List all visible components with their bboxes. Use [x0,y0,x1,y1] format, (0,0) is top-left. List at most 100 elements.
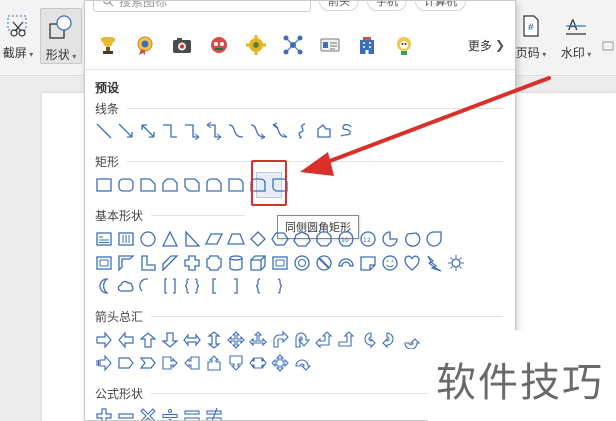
shape-curved-up-arrow[interactable] [401,329,423,351]
shape-chevron[interactable] [137,352,159,374]
shape-arrow-line[interactable] [115,120,137,142]
mascot-icon[interactable] [393,34,415,56]
shape-left-right-arrow-callout[interactable] [247,352,269,374]
shape-block-arc[interactable] [335,252,357,274]
badge-icon[interactable] [134,34,156,56]
shape-heptagon[interactable] [291,228,313,250]
shape-double-bracket[interactable] [159,275,181,297]
shape-arc[interactable] [137,275,159,297]
shape-round-diagonal-rectangle[interactable] [269,174,291,196]
shape-rounded-rectangle[interactable] [115,174,137,196]
shape-rectangle[interactable] [93,174,115,196]
shape-right-arrow-callout[interactable] [159,352,181,374]
shape-curved-left-arrow[interactable] [379,329,401,351]
shape-octagon[interactable] [313,228,335,250]
shape-oval[interactable] [137,228,159,250]
building-icon[interactable] [356,34,378,56]
shape-divide[interactable] [159,405,181,420]
shape-scribble[interactable] [335,120,357,142]
shape-triangle[interactable] [159,228,181,250]
shape-double-brace[interactable] [181,275,203,297]
shape-down-arrow-callout[interactable] [225,352,247,374]
shape-multiply[interactable] [137,405,159,420]
shape-right-brace[interactable] [269,275,291,297]
trophy-icon[interactable] [97,34,119,56]
shape-sun[interactable] [445,252,467,274]
shape-plaque[interactable] [203,252,225,274]
shape-curve[interactable] [291,120,313,142]
search-chip[interactable]: 计算机 [415,1,466,11]
shape-left-bracket[interactable] [203,275,225,297]
shape-curved-double-arrow[interactable] [269,120,291,142]
camera-icon[interactable] [171,34,193,56]
shape-lightning-bolt[interactable] [423,252,445,274]
search-chip[interactable]: 手机 [367,1,407,11]
shape-up-arrow-callout[interactable] [203,352,225,374]
shape-left-arrow[interactable] [115,329,137,351]
id-card-icon[interactable] [319,34,341,56]
shape-left-up-arrow[interactable] [313,329,335,351]
shape-hexagon[interactable] [269,228,291,250]
shape-no-symbol[interactable] [313,252,335,274]
shape-half-frame[interactable] [115,252,137,274]
shape-parallelogram[interactable] [203,228,225,250]
shape-cloud[interactable] [115,275,137,297]
shape-chord[interactable] [401,228,423,250]
screenshot-tool[interactable]: 截屏 [0,14,36,61]
shape-pentagon-arrow[interactable] [115,352,137,374]
shape-round-same-side-rectangle[interactable] [247,174,269,196]
shape-striped-right-arrow[interactable] [93,352,115,374]
shape-minus[interactable] [115,405,137,420]
shapes-button[interactable]: 形状 [42,14,80,63]
shape-bent-up-arrow[interactable] [335,329,357,351]
overflow-icon[interactable] [602,36,616,51]
watermark-tool[interactable]: A 水印 [558,14,594,61]
shape-not-equal[interactable] [203,405,225,420]
shape-folded-corner[interactable] [357,252,379,274]
shape-diagonal-stripe[interactable] [159,252,181,274]
search-chip[interactable]: 前头 [319,1,359,11]
shape-diamond[interactable] [247,228,269,250]
shape-curved-connector[interactable] [225,120,247,142]
shape-vertical-text-box[interactable] [115,228,137,250]
shape-right-arrow[interactable] [93,329,115,351]
shape-left-right-up-arrow[interactable] [247,329,269,351]
shape-can[interactable] [225,252,247,274]
shape-quad-arrow-callout[interactable] [269,352,291,374]
shape-dodecagon[interactable]: 12 [357,228,379,250]
robot-icon[interactable] [208,34,230,56]
shape-equal[interactable] [181,405,203,420]
network-icon[interactable] [282,34,304,56]
shape-cross[interactable] [181,252,203,274]
page-number-tool[interactable]: # 页码 [514,14,548,61]
shape-left-brace[interactable] [247,275,269,297]
shape-elbow-double-arrow[interactable] [203,120,225,142]
shape-right-triangle[interactable] [181,228,203,250]
shape-left-right-arrow[interactable] [181,329,203,351]
shape-curved-right-arrow[interactable] [357,329,379,351]
shape-cube[interactable] [247,252,269,274]
shape-trapezoid[interactable] [225,228,247,250]
shape-snip-corner-rectangle[interactable] [137,174,159,196]
shape-u-turn-arrow[interactable] [291,329,313,351]
shape-l-shape[interactable] [137,252,159,274]
shape-right-bracket[interactable] [225,275,247,297]
shape-bevel[interactable] [269,252,291,274]
icon-search-input[interactable]: 搜索图标 [93,1,311,12]
shape-elbow-arrow[interactable] [181,120,203,142]
shape-curved-arrow[interactable] [247,120,269,142]
shape-circular-arrow[interactable] [291,352,313,374]
shape-snip-same-side-rectangle[interactable] [159,174,181,196]
shape-donut[interactable] [291,252,313,274]
shape-line[interactable] [93,120,115,142]
shape-up-arrow[interactable] [137,329,159,351]
shape-bent-arrow[interactable] [269,329,291,351]
shape-pie[interactable] [379,228,401,250]
shape-elbow-connector[interactable] [159,120,181,142]
shape-snip-round-rectangle[interactable] [203,174,225,196]
gear-icon[interactable] [245,34,267,56]
shape-teardrop[interactable] [423,228,445,250]
shape-left-arrow-callout[interactable] [181,352,203,374]
shape-down-arrow[interactable] [159,329,181,351]
shape-double-arrow-line[interactable] [137,120,159,142]
